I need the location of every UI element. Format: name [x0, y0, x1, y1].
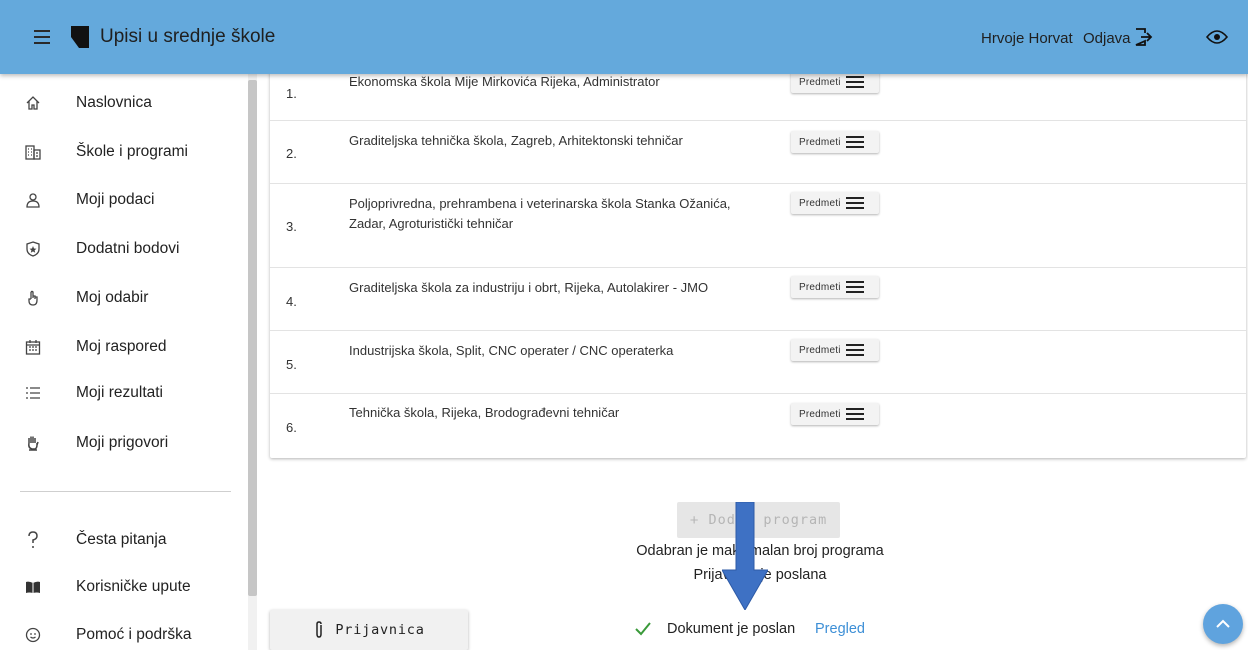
sidebar-item-skole-i-programi[interactable]: Škole i programi: [0, 129, 246, 175]
logout-link[interactable]: Odjava: [1083, 30, 1131, 47]
sidebar-item-moj-raspored[interactable]: Moj raspored: [0, 324, 246, 370]
user-icon: [24, 191, 42, 209]
check-icon: [635, 622, 651, 636]
sidebar-divider: [20, 491, 231, 492]
row-number: 1.: [286, 86, 297, 101]
support-icon: [24, 626, 42, 644]
paperclip-icon: [316, 621, 323, 638]
sidebar-item-label: Moj raspored: [76, 338, 167, 355]
pregled-link[interactable]: Pregled: [815, 621, 865, 637]
star-shield-icon: [24, 240, 42, 258]
sidebar-item-moj-odabir[interactable]: Moj odabir: [0, 275, 246, 321]
list-icon: [24, 384, 42, 402]
sidebar-item-moji-rezultati[interactable]: Moji rezultati: [0, 370, 246, 416]
program-row: 2. Graditeljska tehnička škola, Zagreb, …: [270, 121, 1246, 184]
menu-lines-icon: [845, 344, 864, 356]
sidebar-item-dodatni-bodovi[interactable]: Dodatni bodovi: [0, 226, 246, 272]
row-program-text: Graditeljska tehnička škola, Zagreb, Arh…: [349, 133, 683, 148]
sidebar-item-label: Moji prigovori: [76, 434, 169, 451]
row-program-text: Industrijska škola, Split, CNC operater …: [349, 343, 674, 358]
predmeti-button[interactable]: Predmeti: [791, 192, 879, 214]
logo-icon: [71, 26, 89, 48]
predmeti-button[interactable]: Predmeti: [791, 339, 879, 361]
sidebar-item-moji-podaci[interactable]: Moji podaci: [0, 177, 246, 223]
question-icon: [24, 531, 42, 549]
building-icon: [24, 143, 42, 161]
sidebar-item-label: Naslovnica: [76, 94, 152, 111]
top-app-bar: Upisi u srednje škole Hrvoje Horvat Odja…: [0, 0, 1248, 74]
pointer-hand-icon: [24, 289, 42, 307]
eye-icon[interactable]: [1206, 29, 1228, 45]
home-icon: [24, 94, 42, 112]
menu-icon[interactable]: [34, 30, 50, 44]
menu-lines-icon: [845, 197, 864, 209]
row-program-text: Ekonomska škola Mije Mirkovića Rijeka, A…: [349, 74, 660, 89]
program-row: 5. Industrijska škola, Split, CNC operat…: [270, 331, 1246, 394]
menu-lines-icon: [845, 281, 864, 293]
row-number: 4.: [286, 294, 297, 309]
row-number: 5.: [286, 357, 297, 372]
predmeti-button[interactable]: Predmeti: [791, 276, 879, 298]
sidebar-item-pomoc-i-podrska[interactable]: Pomoć i podrška: [0, 612, 246, 650]
menu-lines-icon: [845, 76, 864, 88]
program-row: 6. Tehnička škola, Rijeka, Brodograđevni…: [270, 394, 1246, 458]
sidebar-item-label: Dodatni bodovi: [76, 240, 180, 257]
predmeti-button[interactable]: Predmeti: [791, 71, 879, 93]
program-row: 3. Poljoprivredna, prehrambena i veterin…: [270, 184, 1246, 268]
plus-icon: +: [689, 511, 699, 529]
sidebar-item-naslovnica[interactable]: Naslovnica: [0, 80, 246, 126]
program-row: 4. Graditeljska škola za industriju i ob…: [270, 268, 1246, 331]
logout-icon[interactable]: [1133, 27, 1153, 47]
predmeti-label: Predmeti: [799, 76, 841, 88]
document-status-text: Dokument je poslan: [667, 621, 796, 637]
scroll-to-top-button[interactable]: [1203, 604, 1243, 644]
down-arrow-annotation: [722, 502, 768, 610]
sidebar-item-label: Škole i programi: [76, 143, 188, 160]
menu-lines-icon: [845, 136, 864, 148]
sidebar-item-label: Moj odabir: [76, 289, 149, 306]
sidebar-item-korisnicke-upute[interactable]: Korisničke upute: [0, 564, 246, 610]
predmeti-button[interactable]: Predmeti: [791, 131, 879, 153]
row-number: 3.: [286, 219, 297, 234]
row-program-text: Poljoprivredna, prehrambena i veterinars…: [349, 196, 731, 231]
predmeti-label: Predmeti: [799, 136, 841, 148]
sidebar-item-label: Moji rezultati: [76, 384, 163, 401]
sidebar-item-label: Moji podaci: [76, 191, 155, 208]
row-program-text: Tehnička škola, Rijeka, Brodograđevni te…: [349, 405, 620, 420]
predmeti-button[interactable]: Predmeti: [791, 403, 879, 425]
sidebar-item-label: Korisničke upute: [76, 578, 191, 595]
raised-hand-icon: [24, 434, 42, 452]
app-title: Upisi u srednje škole: [100, 26, 276, 47]
predmeti-label: Predmeti: [799, 197, 841, 209]
predmeti-label: Predmeti: [799, 281, 841, 293]
predmeti-label: Predmeti: [799, 408, 841, 420]
prijavnica-button[interactable]: Prijavnica: [270, 610, 468, 650]
sidebar-item-label: Česta pitanja: [76, 531, 167, 548]
sidebar-item-moji-prigovori[interactable]: Moji prigovori: [0, 420, 246, 466]
calendar-icon: [24, 338, 42, 356]
menu-lines-icon: [845, 408, 864, 420]
user-name: Hrvoje Horvat: [981, 30, 1073, 47]
prijavnica-label: Prijavnica: [335, 622, 425, 638]
row-program-text: Graditeljska škola za industriju i obrt,…: [349, 280, 709, 295]
sidebar-item-cesta-pitanja[interactable]: Česta pitanja: [0, 517, 246, 563]
book-icon: [24, 578, 42, 596]
sidebar-item-label: Pomoć i podrška: [76, 626, 192, 643]
sidebar-scrollbar-thumb[interactable]: [248, 80, 257, 596]
chevron-up-icon: [1216, 619, 1230, 628]
predmeti-label: Predmeti: [799, 344, 841, 356]
program-row: 1. Ekonomska škola Mije Mirkovića Rijeka…: [270, 71, 1246, 121]
row-number: 6.: [286, 420, 297, 435]
row-number: 2.: [286, 146, 297, 161]
